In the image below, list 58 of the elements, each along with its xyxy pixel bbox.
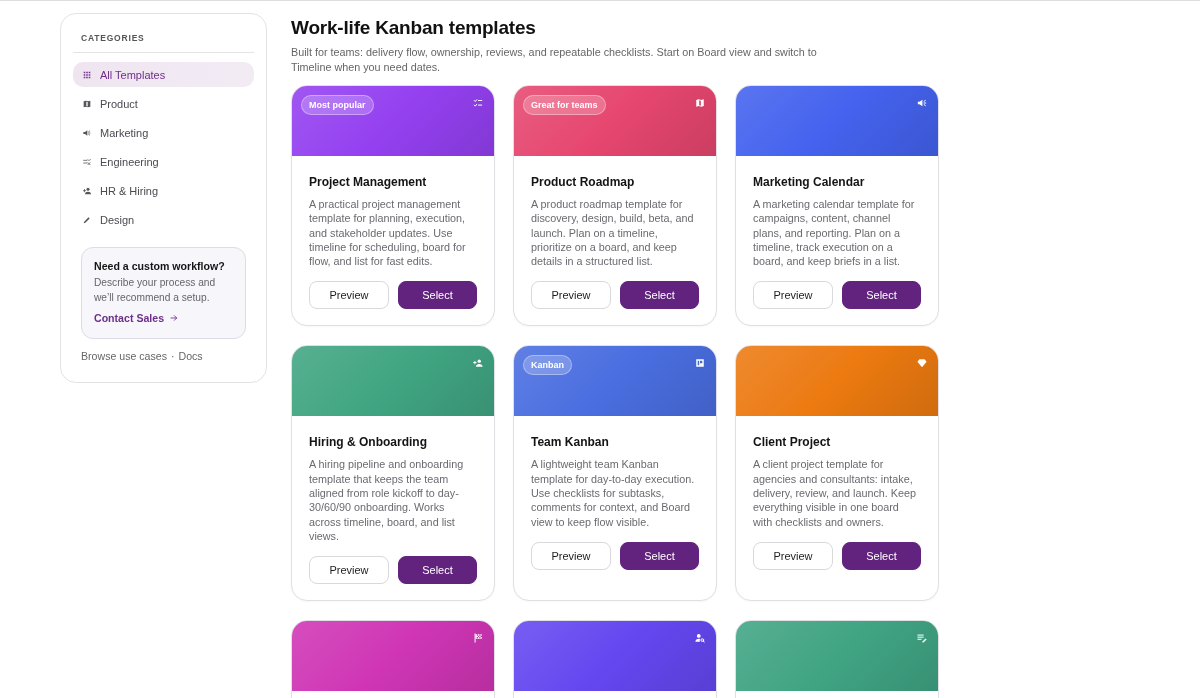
promo-text: Describe your process and we’ll recommend a setup. [94,276,217,305]
preview-button[interactable]: Preview [531,541,611,570]
preview-button[interactable]: Preview [753,281,833,310]
select-button[interactable]: Select [842,281,921,310]
card-title: Hiring & Onboarding [309,434,428,451]
category-item[interactable]: Design [73,207,254,232]
card-description: A hiring pipeline and onboarding template that keeps the team aligned from role kickoff to day-30/60/90 onboarding. Works across timeline, board, and list views. [309,457,465,544]
select-button[interactable]: Select [620,541,699,570]
map-icon [695,98,705,108]
card-title: Product Roadmap [531,174,636,190]
category-item[interactable]: All Templates [73,62,254,87]
card-badge: Most popular [301,95,374,115]
card-description: A client project template for agencies and consultants: intake, delivery, review, and launch. Keep everything visible in one board with checklists and owners. [753,457,918,529]
flag-icon [473,633,483,644]
category-item[interactable]: Engineering [73,149,254,174]
promo-title: Need a custom workflow? [94,259,226,273]
card-description: A lightweight team Kanban template for day-to-day execution. Use checklists for subtasks, comments for context, and Board view to keep flow visible. [531,457,696,529]
category-item[interactable]: HR & Hiring [73,178,254,203]
select-button[interactable]: Select [398,281,477,310]
card-title: Team Kanban [531,434,610,451]
card-description: A marketing calendar template for campaigns, content, channel plans, and reporting. Plan on a timeline, track execution on a board, and keep briefs in a list. [753,197,916,269]
footer-link[interactable]: Browse use cases [81,349,167,363]
page-title: Work-life Kanban templates [291,16,537,40]
edit-list-icon [917,633,927,644]
brush-icon [83,215,91,224]
preview-button[interactable]: Preview [309,556,389,585]
map-icon [83,99,91,108]
preview-button[interactable]: Preview [753,541,833,570]
grid-icon [83,70,91,79]
card-badge: Great for teams [523,95,606,115]
gem-icon [917,358,927,369]
person-search-icon [695,633,705,644]
contact-sales-link[interactable]: Contact Sales [94,312,179,324]
card-description: A practical project management template for planning, execution, and stakeholder updates. Use timeline for scheduling, board for flow, and list for fast edits. [309,197,467,269]
megaphone-icon [83,128,91,137]
preview-button[interactable]: Preview [309,281,389,310]
card-title: Marketing Calendar [753,174,866,190]
select-button[interactable]: Select [398,556,477,585]
card-description: A product roadmap template for discovery, design, build, beta, and launch. Plan on a timeline, prioritize on a board, and keep details in a structured list. [531,197,695,269]
board-icon [695,358,705,369]
checklist-icon [473,98,483,108]
select-button[interactable]: Select [620,281,699,310]
checklist-icon [83,157,91,166]
page-subtitle: Built for teams: delivery flow, ownership, reviews, and repeatable checklists. Start on Board view and switch to Timeline when you need dates. [291,45,818,75]
categories-heading: CATEGORIES [80,32,146,44]
megaphone-icon [917,98,927,108]
select-button[interactable]: Select [842,541,921,570]
category-item[interactable]: Product [73,91,254,116]
card-title: Project Management [309,174,428,190]
separator-dot: · [170,349,175,363]
category-item[interactable]: Marketing [73,120,254,145]
arrow-right-icon [170,314,179,322]
footer-link[interactable]: Docs [178,349,203,363]
card-title: Client Project [753,434,832,451]
person-add-icon [473,358,483,369]
person-add-icon [83,186,91,195]
preview-button[interactable]: Preview [531,281,611,310]
card-badge: Kanban [523,355,572,376]
